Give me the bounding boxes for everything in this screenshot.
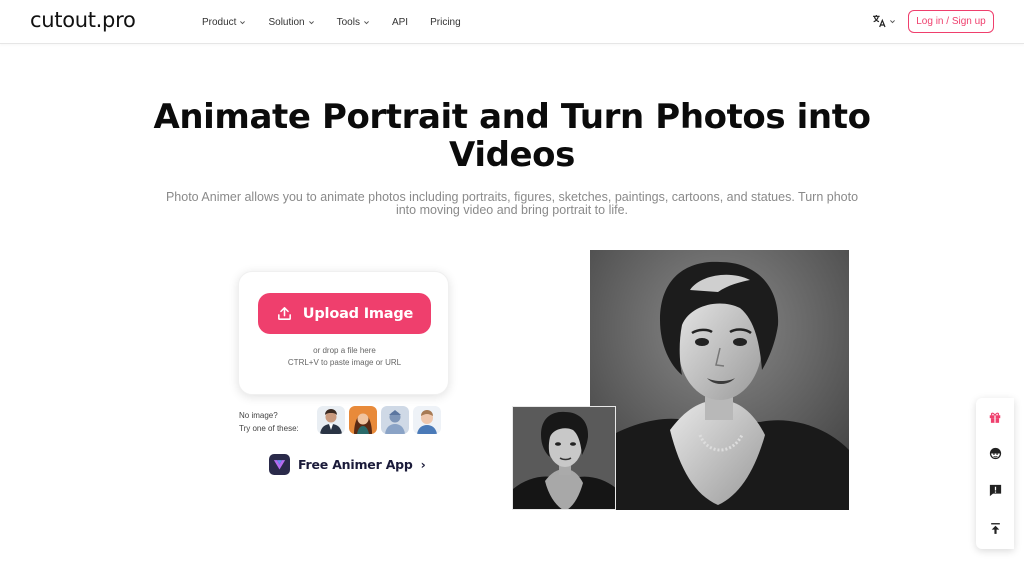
nav-api[interactable]: API: [392, 17, 408, 28]
main-nav: Product Solution Tools API Pricing: [202, 0, 461, 44]
sample-image-4[interactable]: [413, 406, 441, 434]
example-portrait-small: [512, 406, 616, 510]
upload-icon: [277, 307, 291, 320]
page-title: Animate Portrait and Turn Photos into Vi…: [112, 98, 912, 174]
gift-button[interactable]: [984, 406, 1006, 428]
chevron-down-icon: [364, 20, 369, 24]
sample-image-2[interactable]: [349, 406, 377, 434]
upload-image-button[interactable]: Upload Image: [258, 293, 431, 334]
upload-image-label: Upload Image: [302, 305, 414, 322]
page-title-line1: Animate Portrait and Turn Photos into: [153, 97, 871, 137]
drop-file-hint: or drop a file here: [313, 346, 376, 355]
language-switcher[interactable]: [871, 13, 896, 29]
chevron-right-icon: ›: [420, 457, 426, 472]
page-subtitle-line2: into moving video and bring portrait to …: [395, 203, 629, 217]
nav-pricing-label: Pricing: [430, 16, 461, 28]
support-agent-icon: [989, 447, 1001, 459]
gift-icon: [989, 412, 1001, 423]
nav-tools-label: Tools: [336, 16, 360, 28]
nav-solution[interactable]: Solution: [268, 17, 314, 28]
animer-app-icon: [269, 454, 290, 475]
sample-image-1[interactable]: [317, 406, 345, 434]
nav-solution-label: Solution: [268, 16, 305, 28]
logo[interactable]: cutout.pro: [30, 8, 136, 32]
free-animer-app-label: Free Animer App: [298, 457, 413, 472]
sample-prompt-line2: Try one of these:: [239, 424, 299, 433]
floating-toolbar: [976, 398, 1014, 549]
upload-dropzone[interactable]: Upload Image or drop a file here CTRL+V …: [238, 271, 449, 395]
sample-prompt: No image? Try one of these:: [239, 409, 299, 435]
nav-product-label: Product: [202, 16, 237, 28]
sample-prompt-line1: No image?: [239, 411, 278, 420]
sample-images: [317, 406, 441, 434]
login-signup-button[interactable]: Log in / Sign up: [908, 10, 994, 33]
chevron-down-icon: [240, 20, 246, 24]
feedback-icon: [989, 484, 1001, 496]
top-header: cutout.pro Product Solution Tools API Pr…: [0, 0, 1024, 44]
chevron-down-icon: [890, 19, 895, 23]
example-portrait-large: [590, 250, 849, 510]
translate-icon: [873, 15, 886, 28]
page-subtitle: Photo Animer allows you to animate photo…: [130, 191, 894, 217]
sample-image-3[interactable]: [381, 406, 409, 434]
paste-hint: CTRL+V to paste image or URL: [287, 358, 402, 367]
chevron-down-icon: [308, 20, 314, 24]
nav-tools[interactable]: Tools: [337, 17, 370, 28]
support-button[interactable]: [984, 442, 1006, 464]
page-title-line2: Videos: [449, 135, 575, 175]
back-to-top-button[interactable]: [984, 517, 1006, 539]
nav-api-label: API: [391, 16, 409, 28]
nav-pricing[interactable]: Pricing: [430, 17, 461, 28]
feedback-button[interactable]: [984, 479, 1006, 501]
free-animer-app-link[interactable]: Free Animer App ›: [269, 454, 426, 475]
nav-product[interactable]: Product: [202, 17, 246, 28]
back-to-top-icon: [990, 522, 1000, 534]
